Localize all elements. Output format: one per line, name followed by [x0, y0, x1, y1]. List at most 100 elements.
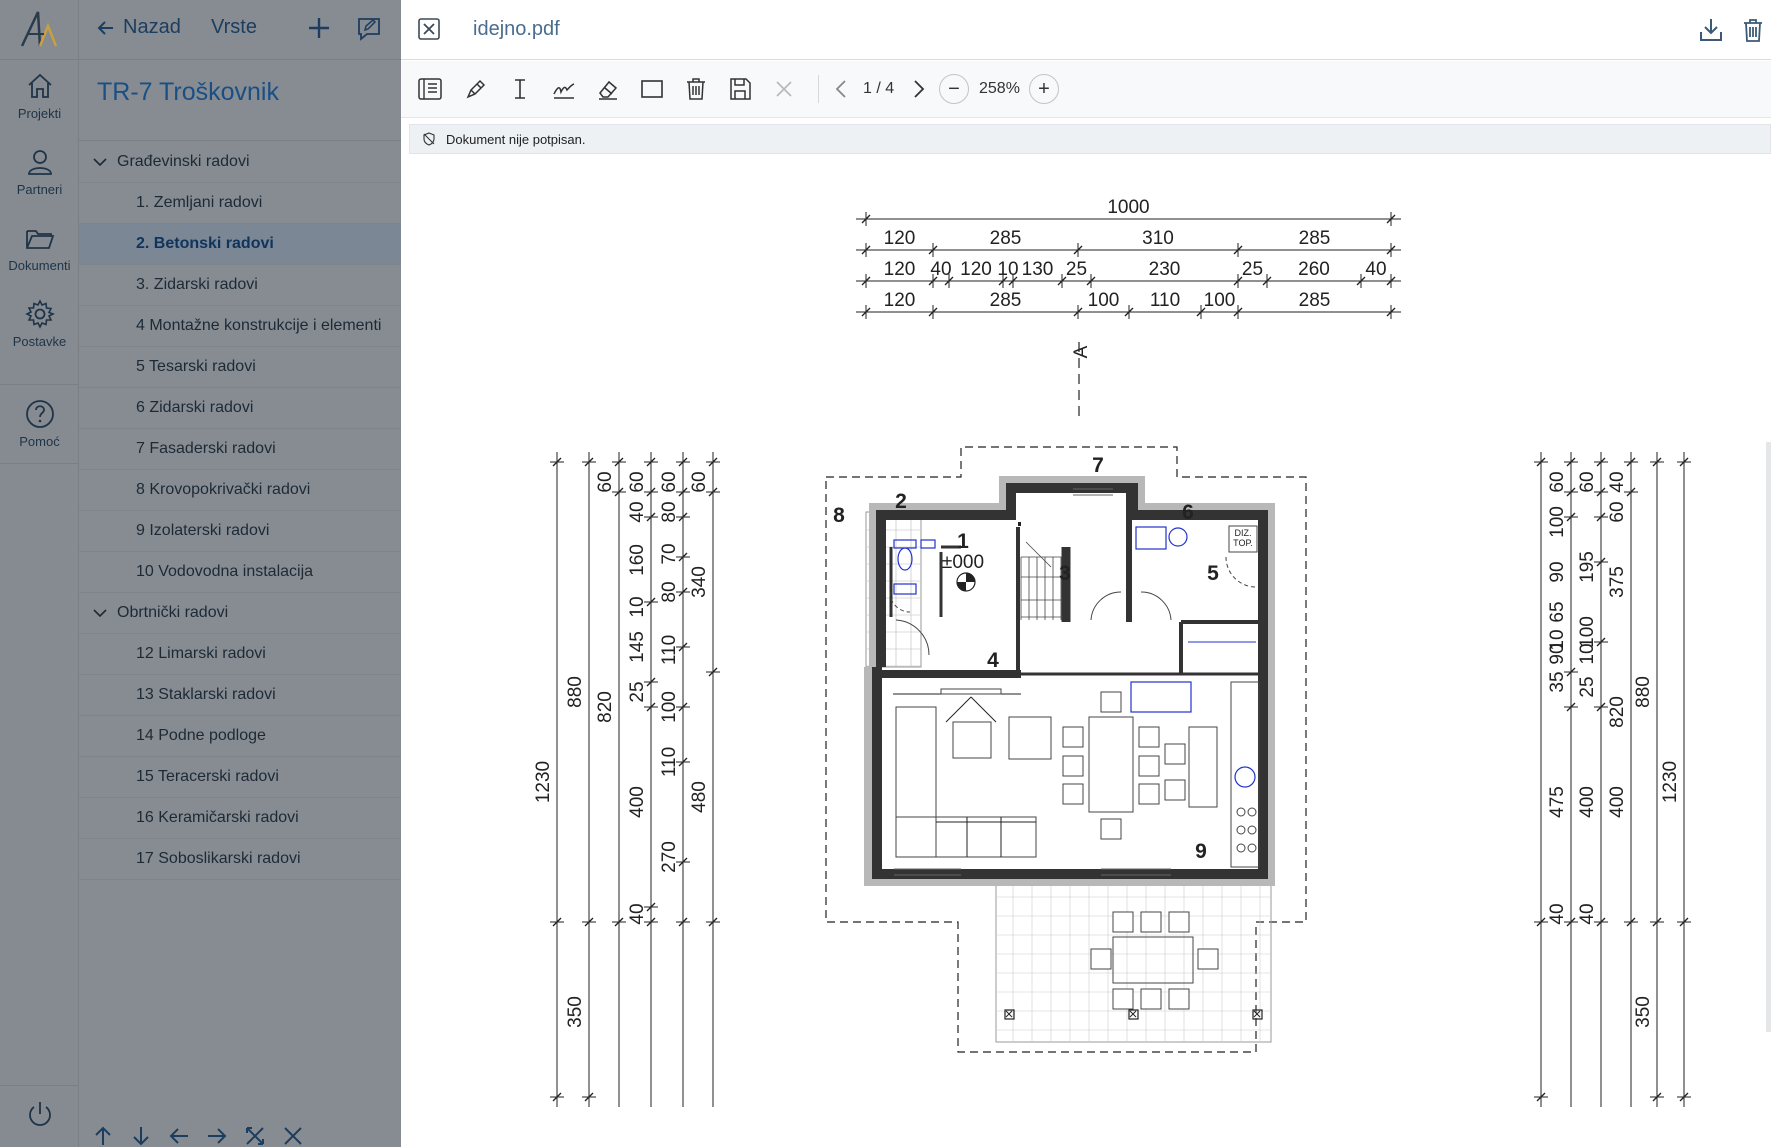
plan-line: [970, 696, 997, 723]
tree-row-label: 17 Soboslikarski radovi: [136, 850, 301, 867]
expand-icon[interactable]: [243, 1124, 267, 1147]
dim-label: 40: [627, 501, 648, 522]
dim-label: 40: [1547, 903, 1568, 924]
room-number: 5: [1207, 562, 1219, 585]
sidebar-toggle-button[interactable]: [417, 76, 443, 102]
rail-item-pomoc[interactable]: Pomoć: [0, 398, 79, 468]
zoom-out-button[interactable]: −: [939, 74, 969, 104]
home-icon: [27, 73, 52, 98]
sidebar-icon: [418, 78, 442, 100]
island: [1188, 726, 1218, 808]
highlight-tool-button[interactable]: [463, 76, 489, 102]
tree-item[interactable]: 10 Vodovodna instalacija: [79, 552, 401, 593]
dim-label: 25: [1242, 259, 1263, 280]
tree-item[interactable]: 7 Fasaderski radovi: [79, 429, 401, 470]
dim-label: 60: [1607, 501, 1628, 522]
delete-annotation-button[interactable]: [683, 76, 709, 102]
pdf-page[interactable]: 1000 120 285 310 285 120 40 120 10 130 25 230 25 260 4…: [401, 162, 1771, 1147]
rail-divider: [0, 1085, 79, 1086]
app-logo[interactable]: [0, 0, 79, 60]
toilet: [897, 547, 913, 571]
dim-label: 130: [1022, 259, 1054, 280]
collapse-icon[interactable]: [281, 1124, 305, 1147]
delete-button[interactable]: [1739, 16, 1767, 44]
chevron-down-icon[interactable]: [91, 153, 109, 171]
stove: [1236, 843, 1246, 853]
eraser-tool-button[interactable]: [595, 76, 621, 102]
vrste-button[interactable]: Vrste: [211, 16, 257, 39]
tree-group[interactable]: Građevinski radovi: [79, 142, 401, 183]
minus-icon: −: [948, 77, 960, 100]
draw-tool-button[interactable]: [551, 76, 577, 102]
scrollbar[interactable]: [1766, 442, 1771, 1032]
arrow-down-icon[interactable]: [129, 1124, 153, 1147]
dim-label: 40: [627, 903, 648, 924]
download-button[interactable]: [1697, 16, 1725, 44]
close-viewer-button[interactable]: [417, 17, 441, 41]
chair: [1168, 988, 1190, 1010]
tree-row-label: 4 Montažne konstrukcije i elementi: [136, 317, 382, 334]
dim-label: 120: [884, 290, 916, 311]
room-number: 7: [1092, 454, 1104, 477]
tree-item[interactable]: 17 Soboslikarski radovi: [79, 839, 401, 880]
rail-label: Dokumenti: [8, 258, 71, 273]
dim-label: 230: [1149, 259, 1181, 280]
sofa: [895, 816, 1037, 858]
tree-item[interactable]: 9 Izolaterski radovi: [79, 511, 401, 552]
dim-label: 60: [1577, 471, 1598, 492]
chair: [1138, 726, 1160, 748]
tree-row-label: 10 Vodovodna instalacija: [136, 563, 314, 580]
tree-item[interactable]: 3. Zidarski radovi: [79, 265, 401, 306]
rail-item-partneri[interactable]: Partneri: [0, 146, 79, 216]
dim-label: 60: [1547, 471, 1568, 492]
tree-group[interactable]: Obrtnički radovi: [79, 593, 401, 634]
tree-item[interactable]: 2. Betonski radovi: [79, 224, 401, 265]
dim-label: 40: [1607, 471, 1628, 492]
tree-topbar: Nazad Vrste: [79, 0, 401, 60]
tree-item[interactable]: 13 Staklarski radovi: [79, 675, 401, 716]
tree-item[interactable]: 4 Montažne konstrukcije i elementi: [79, 306, 401, 347]
dim-label: 25: [1066, 259, 1087, 280]
tree-item[interactable]: 16 Keramičarski radovi: [79, 798, 401, 839]
tree-item[interactable]: 12 Limarski radovi: [79, 634, 401, 675]
logout-button[interactable]: [0, 1098, 79, 1138]
zoom-in-button[interactable]: +: [1029, 74, 1059, 104]
tree-row-label: 12 Limarski radovi: [136, 645, 266, 662]
rail-item-postavke[interactable]: Postavke: [0, 298, 79, 368]
cancel-button[interactable]: [771, 76, 797, 102]
tree-item[interactable]: 8 Krovopokrivački radovi: [79, 470, 401, 511]
rectangle-tool-button[interactable]: [639, 76, 665, 102]
arrow-up-icon[interactable]: [91, 1124, 115, 1147]
dim-label: 475: [1547, 786, 1568, 818]
save-button[interactable]: [727, 76, 753, 102]
next-page-button[interactable]: [905, 76, 931, 102]
terrace-table: [1112, 936, 1194, 984]
prev-page-button[interactable]: [829, 76, 855, 102]
arrow-left-icon[interactable]: [167, 1124, 191, 1147]
text-tool-button[interactable]: [507, 76, 533, 102]
chevron-down-icon[interactable]: [91, 604, 109, 622]
chair: [1062, 726, 1084, 748]
dim-label: 60: [659, 471, 680, 492]
dim-label: 1000: [1107, 197, 1149, 218]
add-button[interactable]: [305, 14, 333, 42]
dim-label: 340: [689, 566, 710, 598]
save-icon: [730, 78, 751, 100]
rail-item-projekti[interactable]: Projekti: [0, 70, 79, 140]
tree-item[interactable]: 5 Tesarski radovi: [79, 347, 401, 388]
rail-label: Partneri: [16, 182, 63, 197]
tree-item[interactable]: 15 Teracerski radovi: [79, 757, 401, 798]
dim-label: 110: [659, 747, 680, 777]
level-symbol: [957, 582, 966, 591]
rail-item-dokumenti[interactable]: Dokumenti: [0, 222, 79, 292]
tree-item[interactable]: 6 Zidarski radovi: [79, 388, 401, 429]
dim-label: 880: [565, 676, 586, 708]
stove: [1247, 825, 1257, 835]
arrow-right-icon[interactable]: [205, 1124, 229, 1147]
edit-note-button[interactable]: [355, 14, 383, 42]
dim-label: 35: [1547, 671, 1568, 692]
dim-label: 65: [1547, 601, 1568, 622]
back-button[interactable]: Nazad: [97, 16, 181, 39]
tree-item[interactable]: 1. Zemljani radovi: [79, 183, 401, 224]
tree-item[interactable]: 14 Podne podloge: [79, 716, 401, 757]
